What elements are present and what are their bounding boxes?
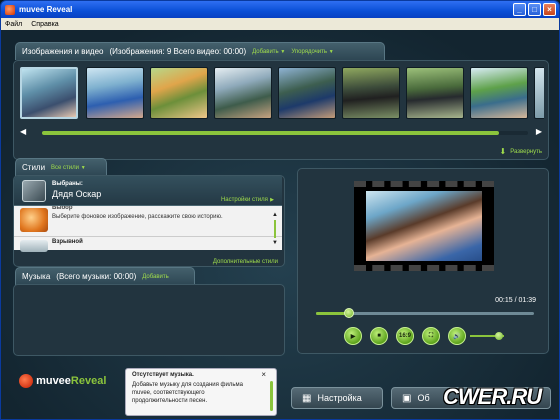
music-add-button[interactable]: Добавить [142, 274, 169, 280]
notice-scrollbar[interactable] [269, 381, 274, 411]
speaker-icon: 🔊 [453, 333, 461, 340]
strip-scroll-left[interactable]: ◀ [20, 127, 26, 136]
media-add-button[interactable]: Добавить ▼ [252, 49, 285, 55]
all-styles-button[interactable]: Все стили ▼ [51, 165, 86, 171]
thumbnail-1[interactable] [20, 67, 78, 119]
logo-mark-icon [19, 374, 33, 388]
media-sort-button[interactable]: Упорядочить ▼ [291, 49, 333, 55]
styles-title: Стили [22, 163, 46, 172]
style-thumbnail-icon [22, 180, 46, 202]
style-item-1[interactable]: Выбор Выберите фоновое изображение, расс… [14, 206, 282, 236]
notice-text: Добавьте музыку для создания фильма muve… [132, 382, 243, 404]
media-title: Изображения и видео [22, 47, 104, 56]
style-settings-button[interactable]: Настройки стиля ▶ [221, 194, 274, 203]
expand-button[interactable]: ⬇ Развернуть [499, 147, 542, 156]
app-window: muvee Reveal _ □ × Файл Справка Изображе… [0, 0, 560, 420]
thumbnail-9[interactable] [534, 67, 544, 119]
style-item-2-icon [20, 240, 48, 252]
style-item-1-desc: Выберите фоновое изображение, расскажите… [52, 214, 223, 220]
styles-panel: Выбраны: Дядя Оскар Настройки стиля ▶ Вы… [13, 175, 285, 267]
style-item-1-name: Выбор [52, 206, 73, 211]
play-button[interactable]: ▶ [344, 327, 362, 345]
video-frame [354, 181, 494, 271]
seek-handle[interactable] [343, 308, 354, 318]
music-total: (Всего музыки: 00:00) [56, 272, 137, 281]
notice-close-icon[interactable]: × [261, 370, 266, 379]
preview-panel: 00:15 / 01:39 ▶ ■ 16:9 ⛶ 🔊 [297, 168, 549, 354]
strip-scroll-right[interactable]: ▶ [536, 127, 542, 136]
menu-file[interactable]: Файл [5, 21, 22, 28]
volume-handle[interactable] [494, 332, 503, 340]
thumbnail-strip [18, 67, 544, 121]
maximize-button[interactable]: □ [528, 3, 541, 16]
thumbnail-6[interactable] [342, 67, 400, 119]
settings-grid-icon: ▦ [302, 392, 312, 404]
style-item-2[interactable]: Взрывной [14, 236, 282, 252]
video-preview[interactable] [366, 191, 482, 261]
expand-arrow-icon: ⬇ [499, 147, 507, 156]
music-title: Музыка [22, 272, 51, 281]
no-music-notice: Отсутствует музыка. Добавьте музыку для … [125, 368, 277, 416]
strip-scrollbar[interactable] [42, 131, 528, 135]
thumbnail-8[interactable] [470, 67, 528, 119]
title-bar: muvee Reveal _ □ × [1, 1, 559, 18]
aspect-ratio-button[interactable]: 16:9 [396, 327, 414, 345]
fullscreen-icon: ⛶ [428, 332, 434, 339]
play-icon: ▶ [350, 333, 356, 340]
selected-style[interactable]: Выбраны: Дядя Оскар Настройки стиля ▶ [14, 176, 282, 206]
thumbnail-2[interactable] [86, 67, 144, 119]
styles-scrollbar[interactable]: ▲ ▼ [272, 212, 278, 248]
watermark: CWER.RU [443, 384, 542, 409]
thumbnail-5[interactable] [278, 67, 336, 119]
selected-style-name: Дядя Оскар [52, 189, 102, 199]
time-display: 00:15 / 01:39 [495, 297, 536, 304]
thumbnail-3[interactable] [150, 67, 208, 119]
menu-help[interactable]: Справка [31, 21, 58, 28]
window-title: muvee Reveal [19, 5, 73, 14]
close-button[interactable]: × [543, 3, 556, 16]
muvee-app-icon [5, 4, 15, 15]
music-panel-tab: Музыка (Всего музыки: 00:00) Добавить [15, 267, 195, 285]
muvee-logo: muveeReveal [19, 374, 106, 388]
media-panel-tab: Изображения и видео (Изображения: 9 Всег… [15, 42, 385, 60]
selected-label: Выбраны: [52, 181, 83, 187]
menu-bar: Файл Справка [1, 18, 559, 30]
main-content: Изображения и видео (Изображения: 9 Всег… [1, 30, 559, 419]
thumbnail-4[interactable] [214, 67, 272, 119]
volume-button[interactable]: 🔊 [448, 327, 466, 345]
settings-button[interactable]: ▦ Настройка [291, 387, 383, 409]
minimize-button[interactable]: _ [513, 3, 526, 16]
volume-slider[interactable] [470, 332, 504, 340]
style-item-1-icon [20, 208, 48, 232]
fullscreen-button[interactable]: ⛶ [422, 327, 440, 345]
style-item-2-name: Взрывной [52, 239, 83, 245]
media-panel: ◀ ▶ ⬇ Развернуть [13, 60, 549, 160]
seek-bar[interactable] [316, 308, 534, 318]
make-icon: ▣ [402, 392, 412, 404]
stop-button[interactable]: ■ [370, 327, 388, 345]
music-panel[interactable] [13, 284, 285, 356]
more-styles-link[interactable]: Дополнительные стили [213, 256, 278, 265]
styles-panel-tab: Стили Все стили ▼ [15, 158, 107, 176]
thumbnail-7[interactable] [406, 67, 464, 119]
stop-icon: ■ [377, 333, 381, 339]
media-counts: (Изображения: 9 Всего видео: 00:00) [109, 47, 247, 56]
notice-title: Отсутствует музыка. [132, 372, 194, 378]
strip-scroll-thumb[interactable] [42, 131, 499, 135]
